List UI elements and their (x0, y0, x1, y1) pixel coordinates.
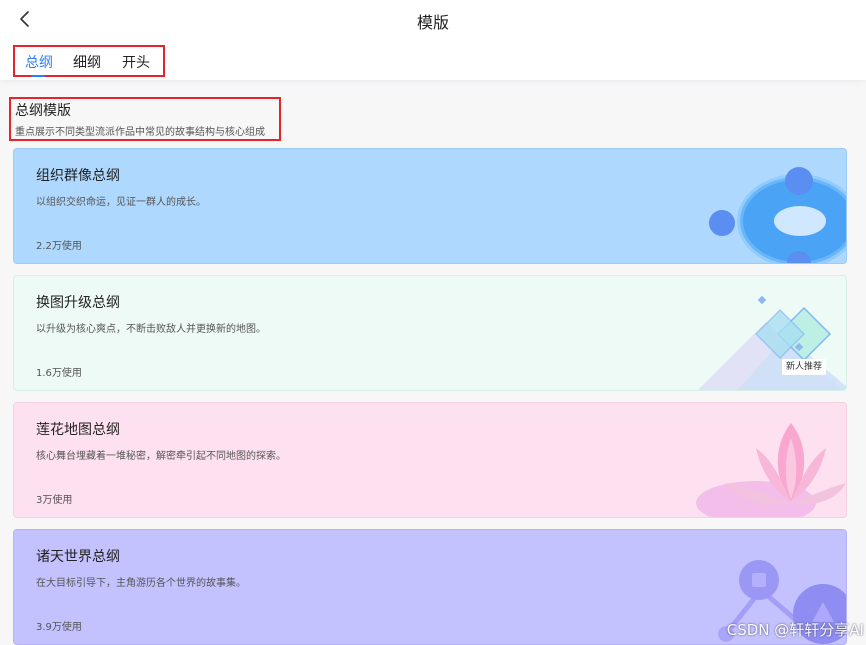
card-description: 在大目标引导下，主角游历各个世界的故事集。 (36, 578, 246, 589)
page-title: 模版 (416, 13, 449, 32)
card-title: 组织群像总纲 (36, 168, 120, 184)
tab-detail[interactable]: 细纲 (73, 52, 101, 72)
new-user-badge: 新人推荐 (781, 359, 826, 375)
tab-bar: 总纲 细纲 开头 (13, 45, 165, 77)
lifebuoy-icon (709, 167, 846, 263)
template-card-lotus[interactable]: 莲花地图总纲 核心舞台埋藏着一堆秘密，解密牵引起不同地图的探索。 3万使用 (13, 402, 847, 518)
template-card-upgrade[interactable]: 换图升级总纲 以升级为核心爽点，不断击败敌人并更换新的地图。 1.6万使用 新人… (13, 275, 847, 391)
tab-overview[interactable]: 总纲 (25, 52, 53, 72)
template-card-worlds[interactable]: 诸天世界总纲 在大目标引导下，主角游历各个世界的故事集。 3.9万使用 (13, 529, 847, 645)
watermark: CSDN @轩轩分享AI (726, 621, 864, 639)
card-title: 换图升级总纲 (36, 295, 120, 311)
template-card-group[interactable]: 组织群像总纲 以组织交织命运，见证一群人的成长。 2.2万使用 (13, 148, 847, 264)
card-description: 核心舞台埋藏着一堆秘密，解密牵引起不同地图的探索。 (36, 451, 286, 462)
lotus-icon (696, 423, 846, 517)
section-description: 重点展示不同类型流派作品中常见的故事结构与核心组成 (15, 127, 265, 138)
section-title: 总纲模版 (15, 103, 71, 119)
card-usage-count: 3万使用 (36, 495, 73, 506)
card-usage-count: 2.2万使用 (36, 241, 82, 252)
card-usage-count: 3.9万使用 (36, 622, 82, 633)
tab-opening[interactable]: 开头 (122, 52, 150, 72)
card-usage-count: 1.6万使用 (36, 368, 82, 379)
card-title: 莲花地图总纲 (36, 422, 120, 438)
top-bar: 模版 总纲 细纲 开头 (0, 0, 866, 80)
card-description: 以升级为核心爽点，不断击败敌人并更换新的地图。 (36, 324, 266, 335)
card-description: 以组织交织命运，见证一群人的成长。 (36, 197, 206, 208)
card-title: 诸天世界总纲 (36, 549, 120, 565)
active-tab-indicator (31, 75, 45, 77)
section-header: 总纲模版 重点展示不同类型流派作品中常见的故事结构与核心组成 (9, 97, 281, 141)
